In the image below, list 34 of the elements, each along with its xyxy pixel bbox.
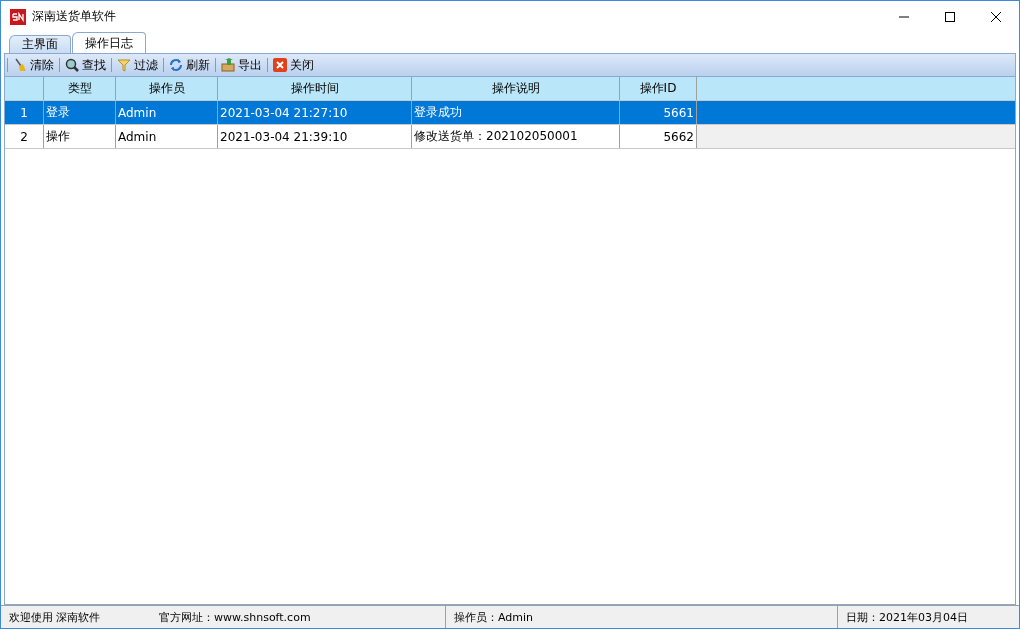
table-cell: Admin (116, 101, 218, 124)
status-text: 官方网址：www.shnsoft.com (151, 606, 446, 628)
table-cell: 登录成功 (412, 101, 620, 124)
table-cell: Admin (116, 125, 218, 148)
tab[interactable]: 主界面 (9, 35, 71, 53)
row-number: 2 (5, 125, 44, 148)
app-logo-icon (10, 8, 26, 25)
close-icon (273, 58, 287, 72)
table-row[interactable]: 2 操作 Admin 2021-03-04 21:39:10 修改送货单：202102050001 5662 (5, 125, 1015, 149)
table-cell: 5662 (620, 125, 697, 148)
table-cell: 2021-03-04 21:27:10 (218, 101, 412, 124)
tab[interactable]: 操作日志 (72, 32, 146, 53)
maximize-icon (944, 10, 956, 23)
table-row[interactable]: 1 登录 Admin 2021-03-04 21:27:10 登录成功 5661 (5, 101, 1015, 125)
filter-icon (117, 58, 131, 72)
search-icon (65, 58, 79, 72)
window-title: 深南送货单软件 (32, 8, 116, 25)
close-icon (990, 10, 1002, 23)
toolbar-button[interactable]: 清除 (10, 55, 57, 75)
table-cell: 登录 (44, 101, 116, 124)
status-text: 欢迎使用 深南软件 (8, 609, 102, 626)
table-cell: 修改送货单：202102050001 (412, 125, 620, 148)
box-arrow-icon (221, 58, 235, 72)
status-text: 操作员：Admin (446, 606, 838, 628)
table-cell: 2021-03-04 21:39:10 (218, 125, 412, 148)
broom-icon (13, 58, 27, 72)
toolbar-button[interactable]: 导出 (218, 55, 265, 75)
toolbar-button[interactable]: 查找 (62, 55, 109, 75)
toolbar-button[interactable]: 过滤 (114, 55, 161, 75)
toolbar-button[interactable]: 刷新 (166, 55, 213, 75)
status-text: 日期：2021年03月04日 (845, 609, 969, 626)
refresh-icon (169, 58, 183, 72)
table-cell: 操作 (44, 125, 116, 148)
toolbar-button[interactable]: 关闭 (270, 55, 317, 75)
